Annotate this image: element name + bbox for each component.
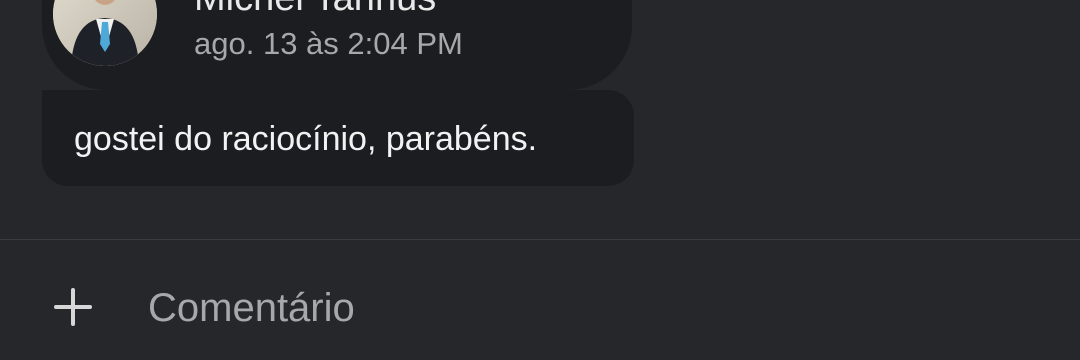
- comment-text: gostei do raciocínio, parabéns.: [74, 120, 538, 158]
- comment-timestamp: ago. 13 às 2:04 PM: [194, 26, 463, 61]
- comment-bubble[interactable]: gostei do raciocínio, parabéns.: [42, 90, 634, 186]
- comment-input[interactable]: Comentário: [148, 286, 355, 330]
- section-divider: [0, 239, 1080, 240]
- plus-icon[interactable]: [54, 288, 92, 326]
- author-name[interactable]: Michel Tannus: [194, 0, 436, 18]
- comment-thread-screen: Michel Tannus ago. 13 às 2:04 PM gostei …: [0, 0, 1080, 360]
